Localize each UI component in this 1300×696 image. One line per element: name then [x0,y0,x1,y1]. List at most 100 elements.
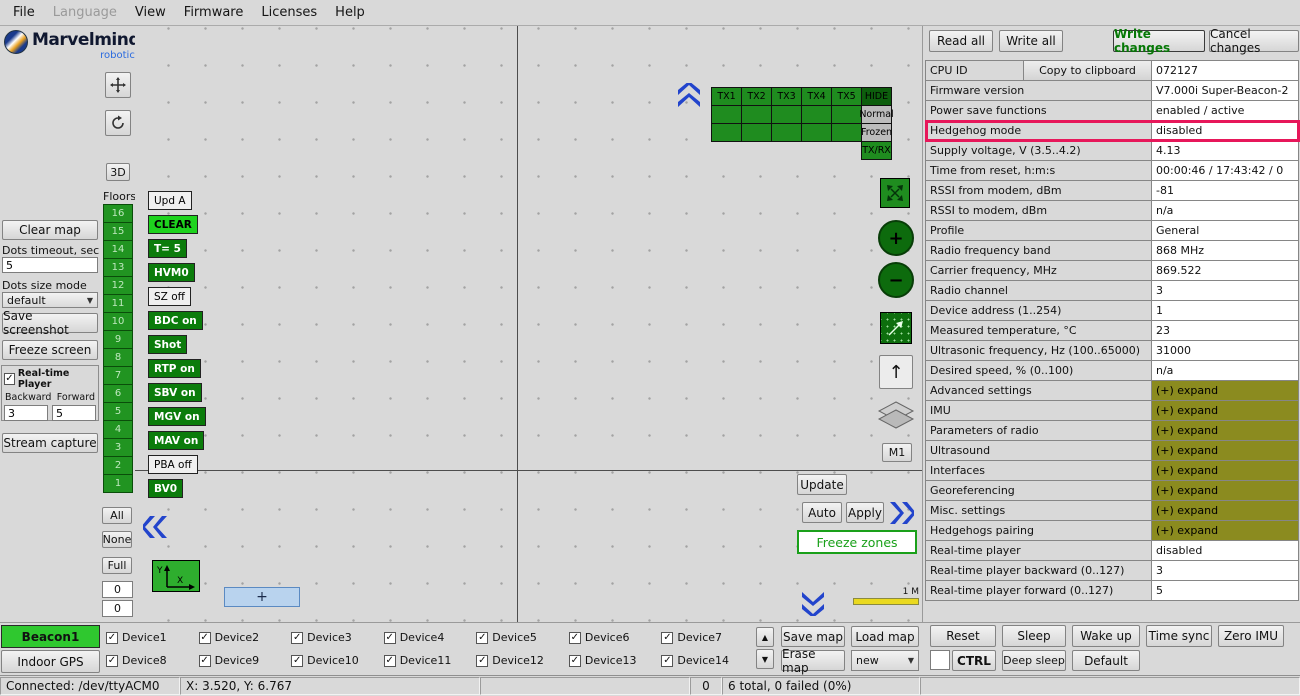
row-value-device-address-1-254[interactable]: 1 [1152,301,1299,321]
tx-cell[interactable] [711,105,742,124]
floor-2[interactable]: 2 [103,457,133,475]
device-toggle-device3[interactable]: ✓Device3 [291,631,384,644]
floor-3[interactable]: 3 [103,439,133,457]
map-button-mgv-on[interactable]: MGV on [148,407,206,426]
checkbox-checked-icon[interactable]: ✓ [106,632,118,644]
map-button-shot[interactable]: Shot [148,335,187,354]
device-toggle-device10[interactable]: ✓Device10 [291,654,384,667]
checkbox-checked-icon[interactable]: ✓ [569,655,581,667]
deep-sleep-button[interactable]: Deep sleep [1002,650,1066,671]
backward-input[interactable] [4,405,48,421]
pan-right-icon[interactable] [886,500,914,526]
row-value-power-save-functions[interactable]: enabled / active [1152,101,1299,121]
map-button-bdc-on[interactable]: BDC on [148,311,203,330]
sleep-button[interactable]: Sleep [1002,625,1066,647]
floor-16[interactable]: 16 [103,205,133,223]
checkbox-checked-icon[interactable]: ✓ [384,655,396,667]
floor-8[interactable]: 8 [103,349,133,367]
m1-button[interactable]: M1 [882,443,912,462]
tx-cell[interactable] [771,105,802,124]
map-button-rtp-on[interactable]: RTP on [148,359,201,378]
row-value-radio-frequency-band[interactable]: 868 MHz [1152,241,1299,261]
cancel-changes-button[interactable]: Cancel changes [1209,30,1299,52]
row-value-radio-channel[interactable]: 3 [1152,281,1299,301]
row-value-rssi-from-modem-dbm[interactable]: -81 [1152,181,1299,201]
tx-cell[interactable] [711,123,742,142]
tx-header-tx2[interactable]: TX2 [741,87,772,106]
floor-12[interactable]: 12 [103,277,133,295]
add-submap-button[interactable]: + [224,587,300,607]
indoor-gps-tab[interactable]: Indoor GPS [1,650,100,673]
copy-to-clipboard-button[interactable]: Copy to clipboard [1024,61,1152,81]
wake-up-button[interactable]: Wake up [1072,625,1140,647]
device-toggle-device2[interactable]: ✓Device2 [199,631,292,644]
save-map-button[interactable]: Save map [781,626,845,647]
freeze-screen-button[interactable]: Freeze screen [2,340,98,360]
default-button[interactable]: Default [1072,650,1140,671]
floor-9[interactable]: 9 [103,331,133,349]
write-changes-button[interactable]: Write changes [1113,30,1205,52]
row-value-real-time-player-forward-0-127[interactable]: 5 [1152,581,1299,601]
auto-button[interactable]: Auto [802,502,842,523]
stream-capture-button[interactable]: Stream capture [2,433,98,453]
tx-cell[interactable] [801,105,832,124]
beacon1-tab[interactable]: Beacon1 [1,625,100,648]
row-value-rssi-to-modem-dbm[interactable]: n/a [1152,201,1299,221]
expand-button-ultrasound[interactable]: (+) expand [1152,441,1299,461]
tx-header-tx4[interactable]: TX4 [801,87,832,106]
checkbox-checked-icon[interactable]: ✓ [661,655,673,667]
dots-mode-button[interactable] [880,312,912,344]
menu-view[interactable]: View [126,1,175,24]
row-value-carrier-frequency-mhz[interactable]: 869.522 [1152,261,1299,281]
device-scroll-up-button[interactable]: ▲ [756,627,774,647]
read-all-button[interactable]: Read all [929,30,993,52]
floor-6[interactable]: 6 [103,385,133,403]
expand-button-hedgehogs-pairing[interactable]: (+) expand [1152,521,1299,541]
device-toggle-device9[interactable]: ✓Device9 [199,654,292,667]
checkbox-checked-icon[interactable]: ✓ [291,655,303,667]
expand-button-parameters-of-radio[interactable]: (+) expand [1152,421,1299,441]
row-value-ultrasonic-frequency-hz-100-65000[interactable]: 31000 [1152,341,1299,361]
pan-tool-button[interactable] [105,72,131,98]
tx-cell[interactable] [741,123,772,142]
tx-cell[interactable] [771,123,802,142]
dots-timeout-input[interactable] [2,257,98,273]
map-button-hvm0[interactable]: HVM0 [148,263,195,282]
zoom-out-button[interactable]: − [878,262,914,298]
menu-help[interactable]: Help [326,1,374,24]
device-toggle-device11[interactable]: ✓Device11 [384,654,477,667]
checkbox-checked-icon[interactable]: ✓ [476,655,488,667]
floor-1[interactable]: 1 [103,475,133,493]
scroll-view-up-button[interactable]: ↑ [879,355,913,389]
zoom-in-button[interactable]: + [878,220,914,256]
checkbox-checked-icon[interactable]: ✓ [569,632,581,644]
floor-10[interactable]: 10 [103,313,133,331]
floor-14[interactable]: 14 [103,241,133,259]
map-button-sz-off[interactable]: SZ off [148,287,191,306]
floor-counter-2[interactable]: 0 [102,600,133,617]
device-toggle-device4[interactable]: ✓Device4 [384,631,477,644]
expand-button-georeferencing[interactable]: (+) expand [1152,481,1299,501]
row-value-supply-voltage-v-3-5-4-2[interactable]: 4.13 [1152,141,1299,161]
layers-icon[interactable] [875,400,917,432]
checkbox-checked-icon[interactable]: ✓ [199,655,211,667]
pan-up-icon[interactable] [676,83,702,111]
zero-imu-button[interactable]: Zero IMU [1218,625,1284,647]
tx-header-tx1[interactable]: TX1 [711,87,742,106]
map-button-t-5[interactable]: T= 5 [148,239,187,258]
checkbox-checked-icon[interactable]: ✓ [199,632,211,644]
view-3d-button[interactable]: 3D [106,163,130,181]
row-value-profile[interactable]: General [1152,221,1299,241]
row-value-firmware-version[interactable]: V7.000i Super-Beacon-2 [1152,81,1299,101]
checkbox-checked-icon[interactable]: ✓ [106,655,118,667]
floor-13[interactable]: 13 [103,259,133,277]
menu-licenses[interactable]: Licenses [252,1,326,24]
menu-firmware[interactable]: Firmware [175,1,253,24]
floor-7[interactable]: 7 [103,367,133,385]
device-scroll-down-button[interactable]: ▼ [756,649,774,669]
map-area[interactable]: Upd ACLEART= 5HVM0SZ offBDC onShotRTP on… [135,26,922,622]
tx-txrx-button[interactable]: TX/RX [861,141,892,160]
checkbox-checked-icon[interactable]: ✓ [384,632,396,644]
device-toggle-device8[interactable]: ✓Device8 [106,654,199,667]
map-select[interactable]: new ▼ [851,650,919,671]
